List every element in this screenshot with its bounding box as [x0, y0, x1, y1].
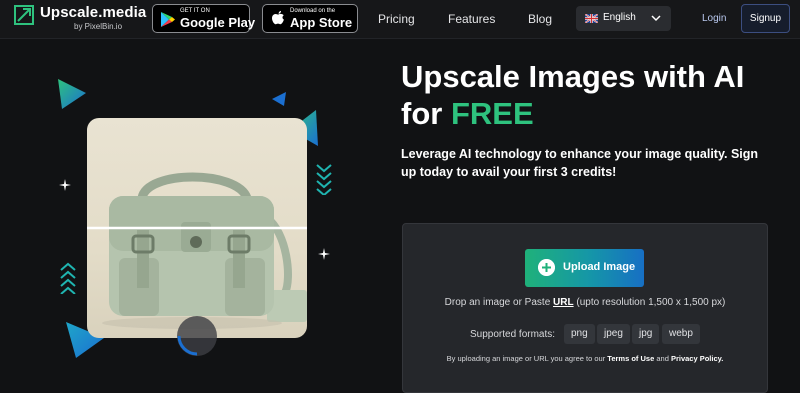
bag-illustration — [87, 172, 307, 329]
language-label: English — [603, 12, 636, 23]
logo-icon[interactable] — [14, 5, 34, 25]
login-link[interactable]: Login — [702, 13, 726, 24]
google-play-button[interactable]: GET IT ON Google Play — [152, 4, 255, 33]
signup-button[interactable]: Signup — [741, 4, 790, 33]
language-selector[interactable]: English — [576, 6, 671, 31]
top-navbar: Upscale.media by PixelBin.io GET IT ON G… — [0, 0, 800, 39]
terms-prefix: By uploading an image or URL you agree t… — [446, 354, 608, 363]
hero-title: Upscale Images with AI for FREE — [401, 58, 744, 132]
google-play-small-text: GET IT ON — [180, 8, 210, 14]
drop-suffix: (upto resolution 1,500 x 1,500 px) — [573, 297, 726, 308]
format-badge-jpeg: jpeg — [597, 324, 630, 344]
terms-notice: By uploading an image or URL you agree t… — [402, 354, 768, 363]
upload-button-label: Upload Image — [563, 261, 636, 273]
hero-title-line2: for FREE — [401, 95, 744, 132]
hero-title-prefix: for — [401, 96, 451, 131]
supported-formats-label: Supported formats: — [470, 329, 556, 340]
privacy-policy-link[interactable]: Privacy Policy. — [671, 354, 723, 363]
terms-of-use-link[interactable]: Terms of Use — [607, 354, 654, 363]
chevrons-up-icon — [60, 262, 76, 294]
app-store-button[interactable]: Download on the App Store — [262, 4, 358, 33]
terms-and: and — [654, 354, 671, 363]
format-badge-jpg: jpg — [632, 324, 660, 344]
sample-bag-image — [87, 118, 307, 338]
nav-link-features[interactable]: Features — [448, 12, 495, 26]
plus-icon — [538, 259, 555, 276]
hero-title-line1: Upscale Images with AI — [401, 59, 745, 94]
drop-prefix: Drop an image or Paste — [444, 297, 554, 308]
uk-flag-icon — [585, 14, 598, 23]
apple-icon — [272, 10, 284, 25]
upload-image-button[interactable]: Upload Image — [525, 249, 644, 287]
drop-instructions: Drop an image or Paste URL (upto resolut… — [402, 297, 768, 308]
app-store-label: App Store — [290, 15, 353, 30]
paste-url-link[interactable]: URL — [553, 297, 574, 308]
hero-description: Leverage AI technology to enhance your i… — [401, 147, 759, 179]
nav-link-pricing[interactable]: Pricing — [378, 12, 415, 26]
decorative-triangle-icon — [58, 79, 86, 109]
google-play-label: Google Play — [180, 15, 256, 30]
decorative-triangle-icon — [272, 92, 286, 106]
loading-ring-icon — [177, 316, 217, 356]
app-store-small-text: Download on the — [290, 8, 336, 14]
logo-name[interactable]: Upscale.media — [40, 4, 146, 21]
google-play-icon — [161, 12, 175, 27]
chevrons-down-icon — [316, 164, 332, 195]
hero-title-free: FREE — [450, 96, 534, 131]
logo-subtitle: by PixelBin.io — [74, 22, 123, 31]
nav-link-blog[interactable]: Blog — [528, 12, 552, 26]
format-badge-png: png — [564, 324, 595, 344]
chevron-down-icon — [651, 15, 661, 22]
sparkle-icon — [59, 179, 71, 191]
sparkle-icon — [318, 248, 330, 260]
format-badge-webp: webp — [662, 324, 700, 344]
